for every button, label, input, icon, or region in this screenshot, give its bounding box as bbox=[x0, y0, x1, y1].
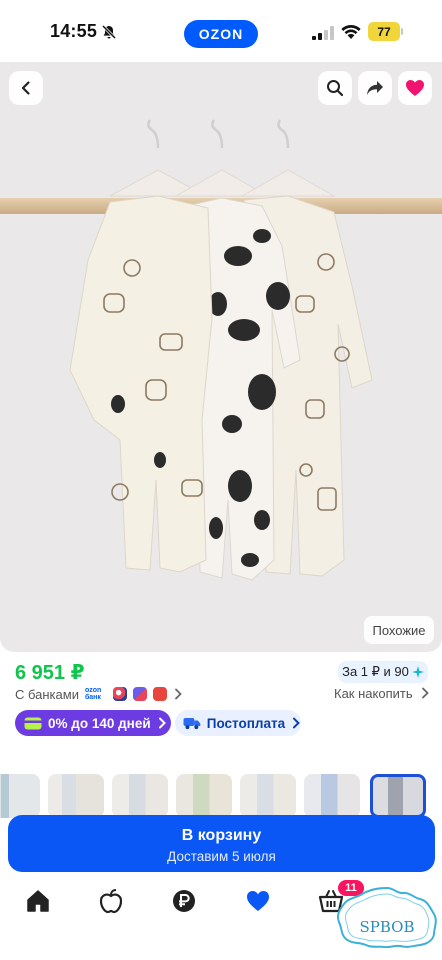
favorites-heart-icon[interactable] bbox=[245, 888, 271, 914]
postpay-button[interactable]: Постоплата bbox=[175, 710, 301, 736]
product-image-illustration bbox=[69, 119, 373, 581]
spbob-watermark-badge bbox=[336, 886, 437, 949]
card-icon bbox=[24, 717, 42, 729]
search-button[interactable] bbox=[318, 71, 352, 105]
variant-thumbnails bbox=[0, 774, 442, 818]
watermark-text: SPBOB bbox=[359, 918, 415, 936]
cellular-signal-icon bbox=[312, 26, 334, 40]
home-icon[interactable] bbox=[25, 888, 51, 914]
bonus-text: За 1 ₽ и 90 bbox=[342, 664, 409, 679]
variant-thumbnail[interactable] bbox=[0, 774, 40, 818]
bank-logo-icon bbox=[112, 687, 127, 701]
status-bar: 14:55 OZON 77 bbox=[0, 0, 442, 62]
product-price: 6 951 ₽ bbox=[15, 662, 85, 684]
banks-label: С банками bbox=[15, 686, 79, 702]
share-arrow-icon bbox=[367, 81, 383, 95]
heart-icon bbox=[406, 80, 424, 96]
postpay-label: Постоплата bbox=[206, 715, 286, 731]
chevron-left-icon bbox=[21, 81, 30, 95]
ruble-icon[interactable] bbox=[171, 888, 197, 914]
wifi-icon bbox=[341, 24, 361, 39]
bonus-points-badge[interactable]: За 1 ₽ и 90 bbox=[338, 661, 428, 683]
bell-off-icon bbox=[101, 24, 117, 40]
bank-logo-icon bbox=[152, 687, 167, 701]
bank-logo-icon bbox=[132, 687, 147, 701]
installment-button[interactable]: 0% до 140 дней bbox=[15, 710, 171, 736]
installment-label: 0% до 140 дней bbox=[48, 715, 151, 731]
variant-thumbnail[interactable] bbox=[304, 774, 360, 818]
ozon-bank-logo: ozon банк bbox=[84, 687, 102, 701]
variant-thumbnail[interactable] bbox=[240, 774, 296, 818]
delivery-truck-icon bbox=[183, 718, 201, 730]
ozon-logo: OZON bbox=[184, 20, 258, 48]
fresh-apple-icon[interactable] bbox=[98, 888, 124, 914]
battery-tip bbox=[401, 28, 403, 35]
bank-offers-row[interactable]: С банками ozon банк bbox=[15, 685, 183, 703]
variant-thumbnail[interactable] bbox=[48, 774, 104, 818]
search-icon bbox=[327, 80, 344, 97]
save-link-text: Как накопить bbox=[334, 686, 413, 701]
clock: 14:55 bbox=[50, 21, 98, 41]
battery-indicator: 77 bbox=[368, 22, 400, 41]
how-to-save-link[interactable]: Как накопить bbox=[334, 686, 430, 701]
add-to-cart-label: В корзину bbox=[181, 827, 262, 844]
chevron-right-icon bbox=[422, 687, 430, 699]
favorite-button[interactable] bbox=[398, 71, 432, 105]
share-button[interactable] bbox=[358, 71, 392, 105]
chevron-right-icon bbox=[158, 717, 166, 729]
variant-thumbnail-selected[interactable] bbox=[370, 774, 426, 818]
similar-button[interactable]: Похожие bbox=[364, 616, 434, 644]
chevron-right-icon bbox=[175, 688, 182, 700]
variant-thumbnail[interactable] bbox=[176, 774, 232, 818]
back-button[interactable] bbox=[9, 71, 43, 105]
add-to-cart-button[interactable]: В корзину Доставим 5 июля bbox=[8, 815, 435, 872]
chevron-right-icon bbox=[293, 717, 300, 729]
delivery-date: Доставим 5 июля bbox=[167, 849, 276, 864]
sparkle-icon bbox=[411, 666, 424, 678]
variant-thumbnail[interactable] bbox=[112, 774, 168, 818]
